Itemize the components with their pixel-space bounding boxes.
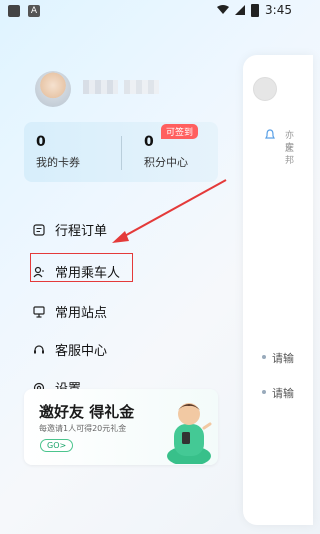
username-blurred: [124, 80, 159, 94]
banner-title: 邀好友 得礼金: [39, 403, 135, 421]
coupons-label: 我的卡券: [36, 156, 80, 169]
banner-go-button[interactable]: GO>: [40, 439, 74, 452]
invite-banner[interactable]: 邀好友 得礼金 每邀请1人可得20元礼金 GO>: [24, 389, 218, 465]
status-right: 3:45: [217, 3, 292, 17]
avatar[interactable]: [35, 71, 71, 107]
clock: 3:45: [265, 3, 292, 17]
background-text: 安邦: [285, 143, 295, 166]
coupons-count: 0: [36, 134, 46, 150]
notification-icon: [8, 5, 20, 17]
status-bar: A 3:45: [0, 0, 300, 24]
points-label: 积分中心: [144, 156, 188, 169]
username-blurred: [83, 80, 118, 94]
menu-item-orders[interactable]: 行程订单: [33, 220, 107, 239]
station-icon: [33, 305, 45, 318]
background-dot: [262, 355, 266, 359]
background-input: 请输: [272, 352, 294, 365]
headset-icon: [34, 344, 44, 353]
menu-item-support[interactable]: 客服中心: [33, 340, 107, 359]
background-dot: [262, 390, 266, 394]
signal-icon: [235, 5, 246, 15]
banner-subtitle: 每邀请1人可得20元礼金: [39, 424, 127, 433]
coupons-stat[interactable]: 0 我的卡券: [36, 134, 80, 170]
order-list-icon: [33, 223, 45, 236]
wifi-icon: [217, 5, 230, 14]
points-stat[interactable]: 0 积分中心: [144, 134, 188, 170]
menu-item-stations[interactable]: 常用站点: [33, 302, 107, 321]
menu-item-label: 客服中心: [55, 344, 108, 359]
status-left: A: [8, 5, 40, 17]
highlight-box: [30, 253, 133, 282]
menu-item-label: 常用站点: [55, 306, 108, 321]
character-illustration: [167, 403, 212, 464]
checkin-badge[interactable]: 可签到: [161, 124, 199, 139]
divider: [121, 136, 122, 170]
battery-icon: [251, 3, 260, 17]
bell-icon: [265, 129, 275, 139]
status-badge: A: [28, 5, 40, 17]
background-avatar: [253, 77, 277, 101]
background-page[interactable]: [243, 55, 313, 525]
background-input: 请输: [272, 387, 294, 400]
menu-item-label: 行程订单: [55, 224, 108, 239]
